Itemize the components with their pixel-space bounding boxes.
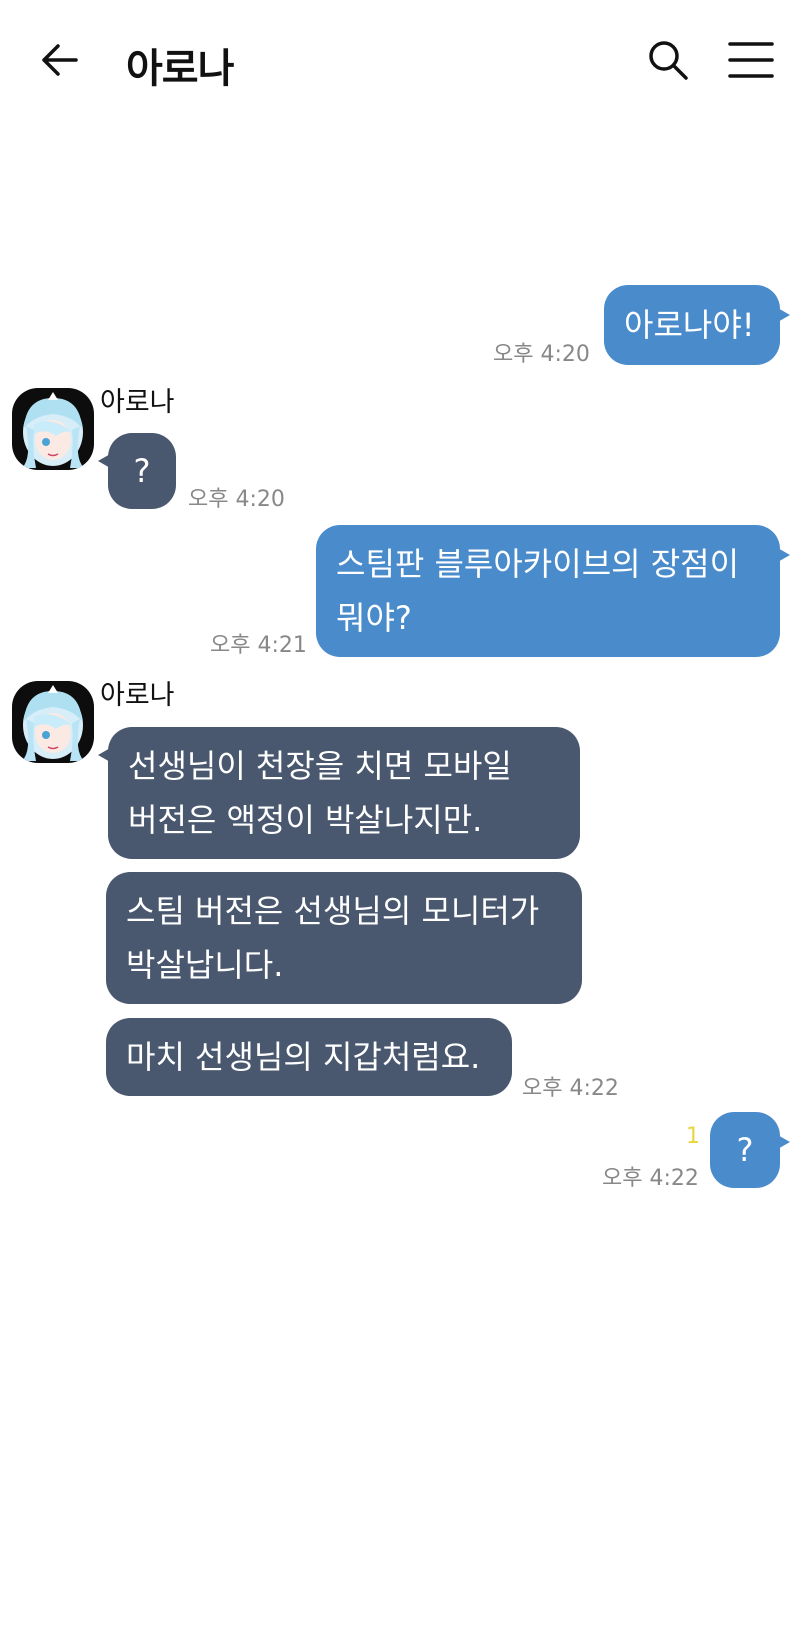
message-text-line: 선생님이 천장을 치면 모바일 xyxy=(128,747,512,785)
message-text-line: 스팀 버전은 선생님의 모니터가 xyxy=(126,892,540,930)
message-text: 아로나야! xyxy=(624,306,755,344)
message-time: 오후 4:22 xyxy=(602,1166,699,1191)
outgoing-message-bubble[interactable]: ? xyxy=(710,1112,790,1188)
outgoing-message-bubble[interactable]: 스팀판 블루아카이브의 장점이 뭐야? xyxy=(316,525,790,657)
message-time: 오후 4:20 xyxy=(493,342,590,367)
avatar[interactable] xyxy=(12,388,94,470)
message-text-line: 박살납니다. xyxy=(126,946,284,984)
message-time: 오후 4:22 xyxy=(522,1076,619,1101)
message-text: 마치 선생님의 지갑처럼요. xyxy=(126,1038,481,1076)
message-text-line: 뭐야? xyxy=(336,599,412,637)
incoming-message-bubble[interactable]: 스팀 버전은 선생님의 모니터가 박살납니다. xyxy=(106,872,582,1004)
message-time: 오후 4:20 xyxy=(188,487,285,512)
sender-name: 아로나 xyxy=(100,680,175,711)
search-button[interactable] xyxy=(646,38,690,82)
avatar[interactable] xyxy=(12,681,94,763)
chat-header: 아로나 xyxy=(0,0,810,120)
hamburger-menu-icon xyxy=(728,42,774,78)
search-icon xyxy=(649,41,688,80)
back-button[interactable] xyxy=(38,38,82,82)
message-text-line: 스팀판 블루아카이브의 장점이 xyxy=(336,545,740,583)
arona-avatar-icon xyxy=(12,681,94,763)
chat-title: 아로나 xyxy=(126,46,234,92)
message-text-line: 버전은 액정이 박살나지만. xyxy=(128,801,483,839)
sender-name: 아로나 xyxy=(100,387,175,418)
incoming-message-bubble[interactable]: ? xyxy=(98,433,176,509)
incoming-message-bubble[interactable]: 마치 선생님의 지갑처럼요. xyxy=(106,1018,512,1096)
incoming-message-bubble[interactable]: 선생님이 천장을 치면 모바일 버전은 액정이 박살나지만. xyxy=(98,727,580,859)
message-text: ? xyxy=(736,1131,754,1169)
message-time: 오후 4:21 xyxy=(210,633,307,658)
message-text: ? xyxy=(133,452,151,490)
outgoing-message-bubble[interactable]: 아로나야! xyxy=(604,285,790,365)
menu-button[interactable] xyxy=(728,40,774,80)
arona-avatar-icon xyxy=(12,388,94,470)
unread-count: 1 xyxy=(686,1124,700,1149)
arrow-left-icon xyxy=(42,44,78,76)
